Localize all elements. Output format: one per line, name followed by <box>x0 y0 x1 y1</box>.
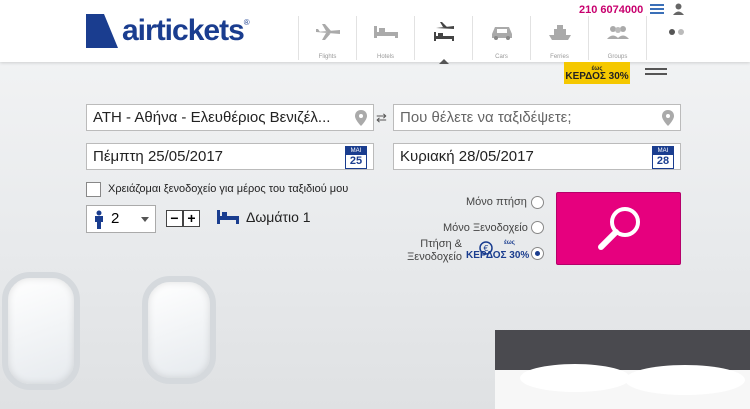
from-value: ΑΤΗ - Αθήνα - Ελευθέριος Βενιζέλ... <box>93 109 331 126</box>
kerdos-badge[interactable]: έως ΚΕΡΔΟΣ 30% <box>564 62 630 84</box>
promo-main: ΚΕΡΔΟΣ 30% <box>466 250 530 261</box>
passengers-value: 2 <box>111 210 120 227</box>
bed-icon <box>373 26 398 38</box>
option-flight-only-radio[interactable] <box>531 196 544 209</box>
plane-bed-icon <box>433 22 454 41</box>
hotel-partial-label[interactable]: Χρειάζομαι ξενοδοχείο για μέρος του ταξι… <box>108 183 348 195</box>
room-stepper: − + <box>166 210 200 227</box>
option-hotel-only-radio[interactable] <box>531 221 544 234</box>
car-icon <box>491 27 512 40</box>
calendar-month: ΜΑΙ <box>653 147 673 155</box>
chevron-down-icon <box>141 217 149 226</box>
nav-more[interactable] <box>646 16 704 60</box>
to-field[interactable]: Που θέλετε να ταξιδέψετε; <box>393 104 681 131</box>
nav-label: Groups <box>607 54 628 60</box>
to-placeholder: Που θέλετε να ταξιδέψετε; <box>400 109 572 126</box>
passengers-select[interactable]: 2 <box>86 205 156 233</box>
top-header: airtickets ® Flights Hotels Cars Ferries… <box>0 0 750 64</box>
logo-text: airtickets <box>122 14 245 47</box>
magnifier-icon <box>598 207 640 250</box>
calendar-icon: ΜΑΙ 25 <box>345 146 367 169</box>
option-flight-hotel-label[interactable]: Πτήση & Ξενοδοχείο <box>397 238 462 264</box>
location-pin-icon <box>662 110 674 126</box>
person-icon <box>95 210 103 229</box>
logo-registered-mark: ® <box>243 17 250 27</box>
group-icon <box>606 26 629 39</box>
nav-groups[interactable]: Groups <box>588 16 646 60</box>
calendar-month: ΜΑΙ <box>346 147 366 155</box>
location-pin-icon <box>355 110 367 126</box>
ferry-icon <box>548 25 571 40</box>
phone-number[interactable]: 210 6074000 <box>579 4 643 16</box>
bed-image <box>495 330 750 409</box>
menu-icon[interactable] <box>645 68 667 78</box>
calendar-day: 28 <box>656 155 670 167</box>
airplane-window-left <box>2 272 80 390</box>
nav-flights[interactable]: Flights <box>298 16 356 60</box>
minus-button[interactable]: − <box>166 210 183 227</box>
logo-mark-icon <box>86 14 118 48</box>
nav-flight-hotel[interactable] <box>414 16 472 64</box>
nav-hotels[interactable]: Hotels <box>356 16 414 60</box>
user-icon[interactable] <box>673 3 684 15</box>
airtickets-logo[interactable]: airtickets ® <box>86 14 250 48</box>
calendar-icon: ΜΑΙ 28 <box>652 146 674 169</box>
nav-label: Hotels <box>376 54 394 60</box>
option-flight-hotel-radio[interactable] <box>531 247 544 260</box>
greek-flag-icon[interactable] <box>650 4 664 14</box>
more-icon <box>668 29 684 35</box>
product-nav: Flights Hotels Cars Ferries Groups <box>298 16 704 64</box>
calendar-day: 25 <box>349 155 363 167</box>
room-label-text: Δωμάτιο <box>246 209 299 225</box>
bed-icon <box>217 210 239 224</box>
hotel-partial-checkbox[interactable] <box>86 182 101 197</box>
option-hotel-only-label[interactable]: Μόνο Ξενοδοχείο <box>443 222 528 234</box>
plus-button[interactable]: + <box>183 210 200 227</box>
kerdos-badge-text: ΚΕΡΔΟΣ 30% <box>565 71 629 82</box>
room-label: Δωμάτιο 1 <box>246 209 311 225</box>
nav-label: Ferries <box>550 54 569 60</box>
swap-icon[interactable]: ⇄ <box>376 110 387 126</box>
depart-date-field[interactable]: Πέμπτη 25/05/2017 ΜΑΙ 25 <box>86 143 374 170</box>
nav-label: Flights <box>318 54 337 60</box>
promo-top: έως <box>504 240 515 246</box>
plane-icon <box>315 24 340 40</box>
search-button[interactable] <box>556 192 681 265</box>
depart-date-value: Πέμπτη 25/05/2017 <box>93 148 224 165</box>
from-field[interactable]: ΑΤΗ - Αθήνα - Ελευθέριος Βενιζέλ... <box>86 104 374 131</box>
return-date-value: Κυριακή 28/05/2017 <box>400 148 534 165</box>
return-date-field[interactable]: Κυριακή 28/05/2017 ΜΑΙ 28 <box>393 143 681 170</box>
option-flight-only-label[interactable]: Μόνο πτήση <box>466 196 527 208</box>
airplane-window-right <box>142 276 216 384</box>
room-count: 1 <box>302 209 311 225</box>
nav-cars[interactable]: Cars <box>472 16 530 60</box>
nav-ferries[interactable]: Ferries <box>530 16 588 60</box>
nav-label: Cars <box>495 54 508 60</box>
